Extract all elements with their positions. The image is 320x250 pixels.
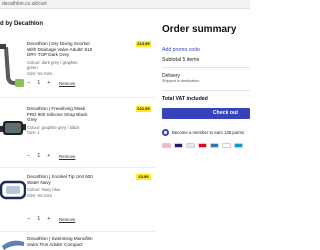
total-label: Total VAT included bbox=[162, 96, 208, 102]
cart-item-snorkel: Decathlon | Dry Diving Snorkel With Drai… bbox=[0, 41, 160, 105]
product-image[interactable] bbox=[0, 176, 26, 212]
decrease-quantity-button[interactable]: − bbox=[27, 153, 30, 159]
item-price: £13.99 bbox=[136, 41, 151, 47]
remove-item-button[interactable]: Remove bbox=[59, 81, 75, 86]
item-size: Size: No Size bbox=[27, 192, 53, 198]
product-image[interactable] bbox=[0, 41, 26, 91]
cart-item-fins: Decathlon | Swimming Monofilm Swim Fins … bbox=[0, 236, 160, 250]
item-price: £22.99 bbox=[136, 106, 151, 112]
membership-promo-text[interactable]: Become a member to earn 135 points bbox=[172, 130, 244, 135]
browser-address-bar[interactable]: decathlon.co.uk/cart bbox=[0, 0, 250, 9]
summary-divider bbox=[162, 67, 250, 68]
order-summary-title: Order summary bbox=[162, 24, 237, 35]
cart-item-snorkel-tip: Decathlon | Snorkel Tip Unit 500 Water N… bbox=[0, 174, 160, 230]
item-name[interactable]: Swim Fins Adults' Compact bbox=[27, 242, 133, 248]
payment-method-icon bbox=[174, 143, 183, 148]
remove-item-button[interactable]: Remove bbox=[59, 217, 75, 222]
item-size: Size: 1 bbox=[27, 130, 40, 136]
product-image[interactable] bbox=[0, 236, 26, 250]
item-size: Size: No Size bbox=[27, 70, 53, 76]
payment-method-icon bbox=[198, 143, 207, 148]
payment-method-icon bbox=[162, 143, 171, 148]
item-details: Decathlon | Freediving Mask FRD 900 Sili… bbox=[27, 106, 133, 136]
quantity-stepper: − 1 + bbox=[27, 216, 58, 222]
summary-divider bbox=[162, 90, 250, 91]
payment-method-icon bbox=[210, 143, 219, 148]
quantity-value: 1 bbox=[37, 216, 41, 222]
item-name[interactable]: DRY TOP Dark Grey bbox=[27, 52, 133, 58]
increase-quantity-button[interactable]: + bbox=[47, 153, 50, 159]
decrease-quantity-button[interactable]: − bbox=[27, 80, 30, 86]
increase-quantity-button[interactable]: + bbox=[47, 216, 50, 222]
delivery-note: Shipped in destination bbox=[162, 79, 200, 83]
subtotal-label: Subtotal 5 items bbox=[162, 57, 200, 63]
quantity-stepper: − 1 + bbox=[27, 153, 58, 159]
item-details: Decathlon | Snorkel Tip Unit 500 Water N… bbox=[27, 174, 133, 198]
url-text: decathlon.co.uk/cart bbox=[2, 1, 47, 7]
increase-quantity-button[interactable]: + bbox=[47, 80, 50, 86]
item-details: Decathlon | Swimming Monofilm Swim Fins … bbox=[27, 236, 133, 247]
membership-icon bbox=[162, 129, 169, 136]
payment-method-icon bbox=[234, 143, 243, 148]
product-image[interactable] bbox=[0, 110, 26, 150]
payment-method-icon bbox=[186, 143, 195, 148]
item-name[interactable]: Grey bbox=[27, 117, 133, 123]
checkout-button[interactable]: Check out bbox=[162, 108, 250, 119]
payment-methods bbox=[162, 143, 246, 148]
seller-heading: d by Decathlon bbox=[0, 21, 44, 27]
add-promo-code-link[interactable]: Add promo code bbox=[162, 47, 200, 53]
item-name[interactable]: Water Navy bbox=[27, 180, 133, 186]
item-details: Decathlon | Dry Diving Snorkel With Drai… bbox=[27, 41, 133, 76]
item-price: £3.99 bbox=[136, 174, 151, 180]
payment-method-icon bbox=[222, 143, 231, 148]
quantity-value: 1 bbox=[37, 153, 41, 159]
item-divider bbox=[0, 97, 155, 98]
quantity-stepper: − 1 + bbox=[27, 80, 58, 86]
item-divider bbox=[0, 231, 155, 232]
remove-item-button[interactable]: Remove bbox=[59, 154, 75, 159]
item-divider bbox=[0, 167, 155, 168]
decrease-quantity-button[interactable]: − bbox=[27, 216, 30, 222]
order-summary: Order summary Add promo code Subtotal 5 … bbox=[162, 24, 250, 150]
quantity-value: 1 bbox=[37, 80, 41, 86]
cart-item-mask: Decathlon | Freediving Mask FRD 900 Sili… bbox=[0, 106, 160, 166]
